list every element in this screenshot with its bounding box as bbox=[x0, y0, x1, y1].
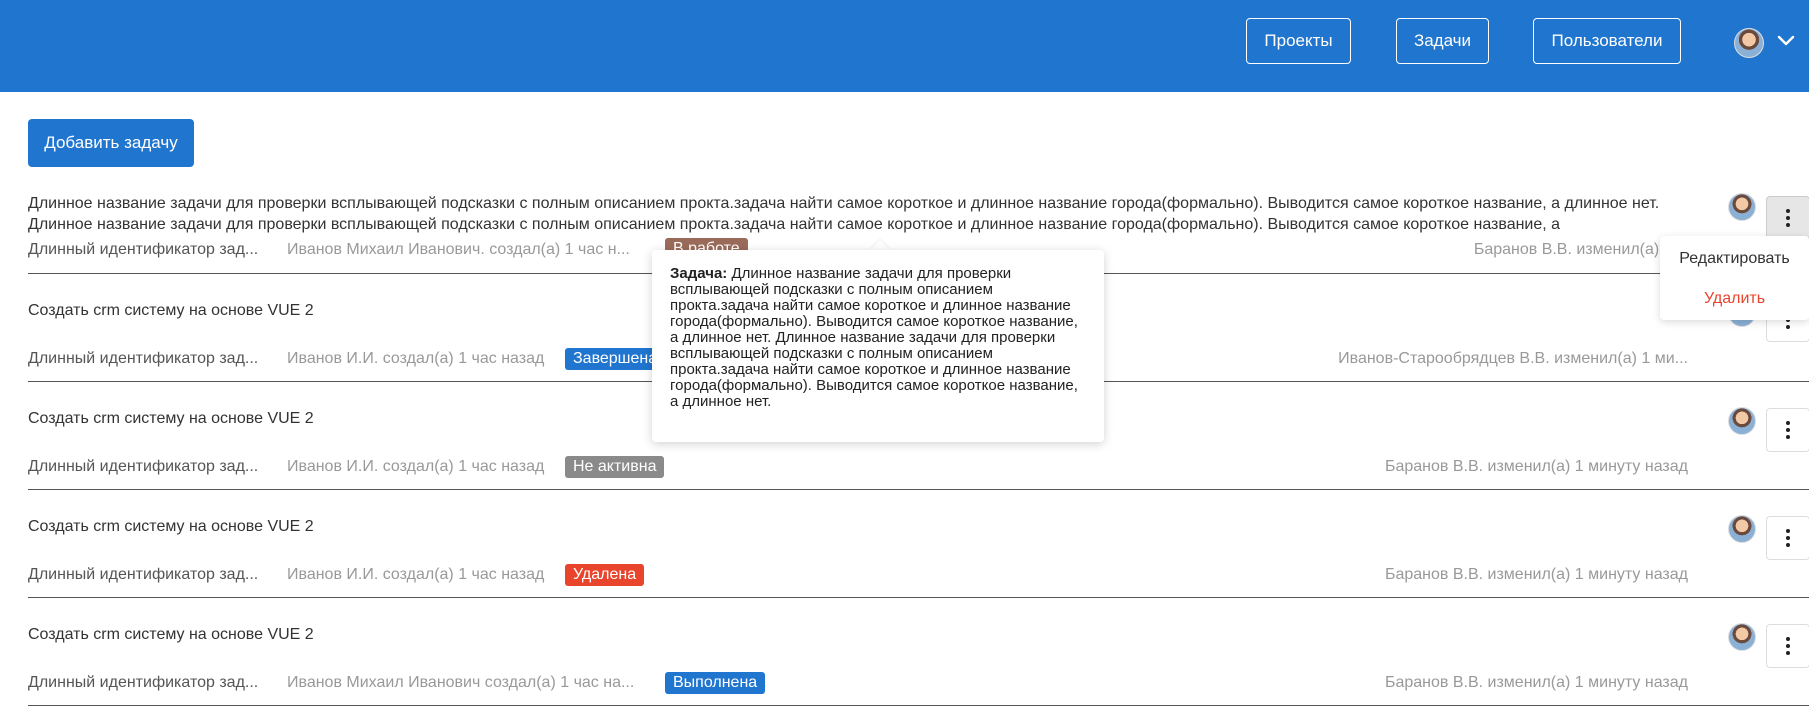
task-changer: Баранов В.В. изменил(а) 1 минуту назад bbox=[1384, 566, 1688, 583]
task-title[interactable]: Создать crm систему на основе VUE 2 bbox=[28, 516, 314, 537]
task-title[interactable]: Длинное название задачи для проверки всп… bbox=[28, 193, 1698, 235]
task-title[interactable]: Создать crm систему на основе VUE 2 bbox=[28, 408, 314, 429]
status-badge: Не активна bbox=[565, 456, 665, 478]
task-identifier: Длинный идентификатор зад... bbox=[28, 350, 259, 367]
task-identifier: Длинный идентификатор зад... bbox=[28, 674, 259, 691]
task-title[interactable]: Создать crm систему на основе VUE 2 bbox=[28, 300, 314, 321]
kebab-icon bbox=[1786, 529, 1790, 547]
chevron-down-icon[interactable] bbox=[1774, 28, 1798, 52]
status-badge: Выполнена bbox=[665, 672, 766, 694]
tooltip-text: Длинное название задачи для проверки всп… bbox=[670, 265, 1078, 410]
tooltip-arrow bbox=[870, 240, 890, 250]
add-task-button[interactable]: Добавить задачу bbox=[28, 119, 194, 167]
task-changer: Баранов В.В. изменил(а) 1 минуту назад bbox=[1384, 674, 1688, 691]
status-badge: Завершена bbox=[565, 348, 666, 370]
task-creator: Иванов И.И. создал(а) 1 час назад bbox=[287, 458, 545, 475]
task-title[interactable]: Создать crm систему на основе VUE 2 bbox=[28, 624, 314, 645]
task-creator: Иванов И.И. создал(а) 1 час назад bbox=[287, 566, 545, 583]
tooltip-label: Задача: bbox=[670, 265, 728, 282]
task-row[interactable]: Создать crm систему на основе VUE 2 Длин… bbox=[28, 490, 1809, 598]
menu-item-edit[interactable]: Редактировать bbox=[1660, 250, 1809, 268]
kebab-icon bbox=[1786, 637, 1790, 655]
task-meta: Длинный идентификатор зад... Иванов И.И.… bbox=[28, 564, 1708, 590]
task-meta: Длинный идентификатор зад... Иванов И.И.… bbox=[28, 456, 1708, 482]
task-creator: Иванов Михаил Иванович создал(а) 1 час н… bbox=[287, 674, 635, 691]
assignee-avatar bbox=[1728, 623, 1756, 651]
more-options-button[interactable] bbox=[1766, 196, 1809, 240]
status-badge: Удалена bbox=[565, 564, 645, 586]
nav-users-button[interactable]: Пользователи bbox=[1533, 18, 1681, 64]
task-tooltip: Задача: Длинное название задачи для пров… bbox=[652, 250, 1104, 442]
more-options-button[interactable] bbox=[1766, 624, 1809, 668]
assignee-avatar bbox=[1728, 193, 1756, 221]
task-meta: Длинный идентификатор зад... Иванов Миха… bbox=[28, 672, 1708, 698]
task-changer: Иванов-Старообрядцев В.В. изменил(а) 1 м… bbox=[1338, 350, 1688, 367]
assignee-avatar bbox=[1728, 407, 1756, 435]
task-identifier: Длинный идентификатор зад... bbox=[28, 241, 259, 258]
task-changer: Баранов В.В. изменил(а) 1 м bbox=[1473, 241, 1688, 258]
task-identifier: Длинный идентификатор зад... bbox=[28, 458, 259, 475]
assignee-avatar bbox=[1728, 515, 1756, 543]
user-avatar-icon[interactable] bbox=[1734, 28, 1764, 58]
more-options-button[interactable] bbox=[1766, 408, 1809, 452]
nav-tasks-button[interactable]: Задачи bbox=[1396, 18, 1489, 64]
task-identifier: Длинный идентификатор зад... bbox=[28, 566, 259, 583]
top-header: Проекты Задачи Пользователи bbox=[0, 0, 1809, 92]
task-changer: Баранов В.В. изменил(а) 1 минуту назад bbox=[1384, 458, 1688, 475]
task-creator: Иванов Михаил Иванович. создал(а) 1 час … bbox=[287, 241, 630, 258]
kebab-icon bbox=[1786, 209, 1790, 227]
kebab-icon bbox=[1786, 421, 1790, 439]
menu-item-delete[interactable]: Удалить bbox=[1660, 290, 1809, 308]
more-options-button[interactable] bbox=[1766, 516, 1809, 560]
nav-projects-button[interactable]: Проекты bbox=[1246, 18, 1351, 64]
task-creator: Иванов И.И. создал(а) 1 час назад bbox=[287, 350, 545, 367]
task-context-menu: Редактировать Удалить bbox=[1660, 236, 1809, 320]
task-row[interactable]: Создать crm систему на основе VUE 2 Длин… bbox=[28, 598, 1809, 706]
